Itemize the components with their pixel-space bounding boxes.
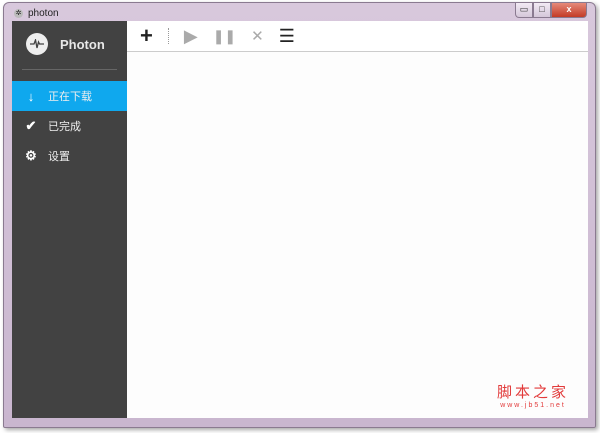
sidebar-item-downloading[interactable]: ↓ 正在下载	[12, 81, 127, 111]
sidebar-item-label: 正在下载	[48, 91, 92, 103]
watermark-title: 脚本之家	[497, 383, 570, 401]
sidebar-item-label: 设置	[48, 151, 70, 163]
app-icon: ✲	[14, 9, 23, 18]
window-title: photon	[28, 8, 59, 19]
brand: Photon	[12, 21, 127, 67]
sidebar: Photon ↓ 正在下载 ✔ 已完成 ⚙ 设置	[12, 21, 127, 418]
list-button[interactable]: ☰	[279, 27, 295, 45]
sidebar-item-settings[interactable]: ⚙ 设置	[12, 141, 127, 171]
title-bar: ✲ photon	[14, 8, 59, 19]
toolbar: + ▶ ❚❚ ✕ ☰	[127, 21, 588, 52]
start-button[interactable]: ▶	[184, 27, 198, 45]
pulse-logo-icon	[26, 33, 48, 55]
divider	[22, 69, 117, 70]
maximize-button[interactable]: □	[533, 3, 551, 18]
toolbar-separator	[167, 28, 169, 44]
delete-button[interactable]: ✕	[251, 29, 264, 44]
check-icon: ✔	[25, 118, 37, 133]
watermark-url: www.jb51.net	[500, 402, 566, 409]
gear-icon: ⚙	[25, 148, 37, 163]
main-panel: + ▶ ❚❚ ✕ ☰	[127, 21, 588, 418]
minimize-button[interactable]: ▭	[515, 3, 533, 18]
sidebar-item-label: 已完成	[48, 121, 81, 133]
arrow-down-icon: ↓	[27, 88, 35, 104]
watermark: 脚本之家 www.jb51.net	[497, 381, 569, 409]
sidebar-item-completed[interactable]: ✔ 已完成	[12, 111, 127, 141]
app-name: Photon	[60, 36, 105, 52]
close-button[interactable]: x	[551, 3, 587, 18]
add-button[interactable]: +	[140, 25, 153, 47]
pause-button[interactable]: ❚❚	[213, 29, 236, 43]
